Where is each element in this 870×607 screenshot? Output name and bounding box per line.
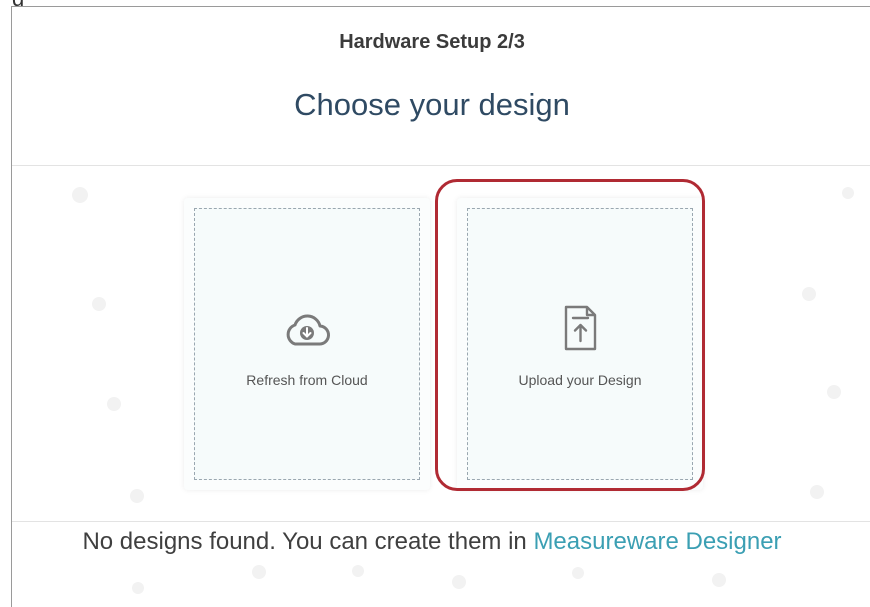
footer-divider: [12, 521, 870, 522]
refresh-from-cloud-label: Refresh from Cloud: [246, 372, 368, 388]
dialog-header: Hardware Setup 2/3 Choose your design: [12, 7, 870, 164]
step-title: Hardware Setup 2/3: [339, 31, 525, 53]
no-designs-message: No designs found. You can create them in…: [2, 528, 862, 556]
no-designs-text: No designs found. You can create them in: [82, 528, 534, 555]
page-title: Choose your design: [294, 87, 570, 122]
cloud-download-icon: [283, 314, 331, 353]
header-divider: [12, 165, 870, 166]
highlight-annotation: [435, 179, 705, 491]
measureware-designer-link[interactable]: Measureware Designer: [533, 528, 781, 555]
refresh-from-cloud-card[interactable]: Refresh from Cloud: [184, 198, 430, 490]
refresh-drop-area[interactable]: Refresh from Cloud: [194, 208, 420, 480]
